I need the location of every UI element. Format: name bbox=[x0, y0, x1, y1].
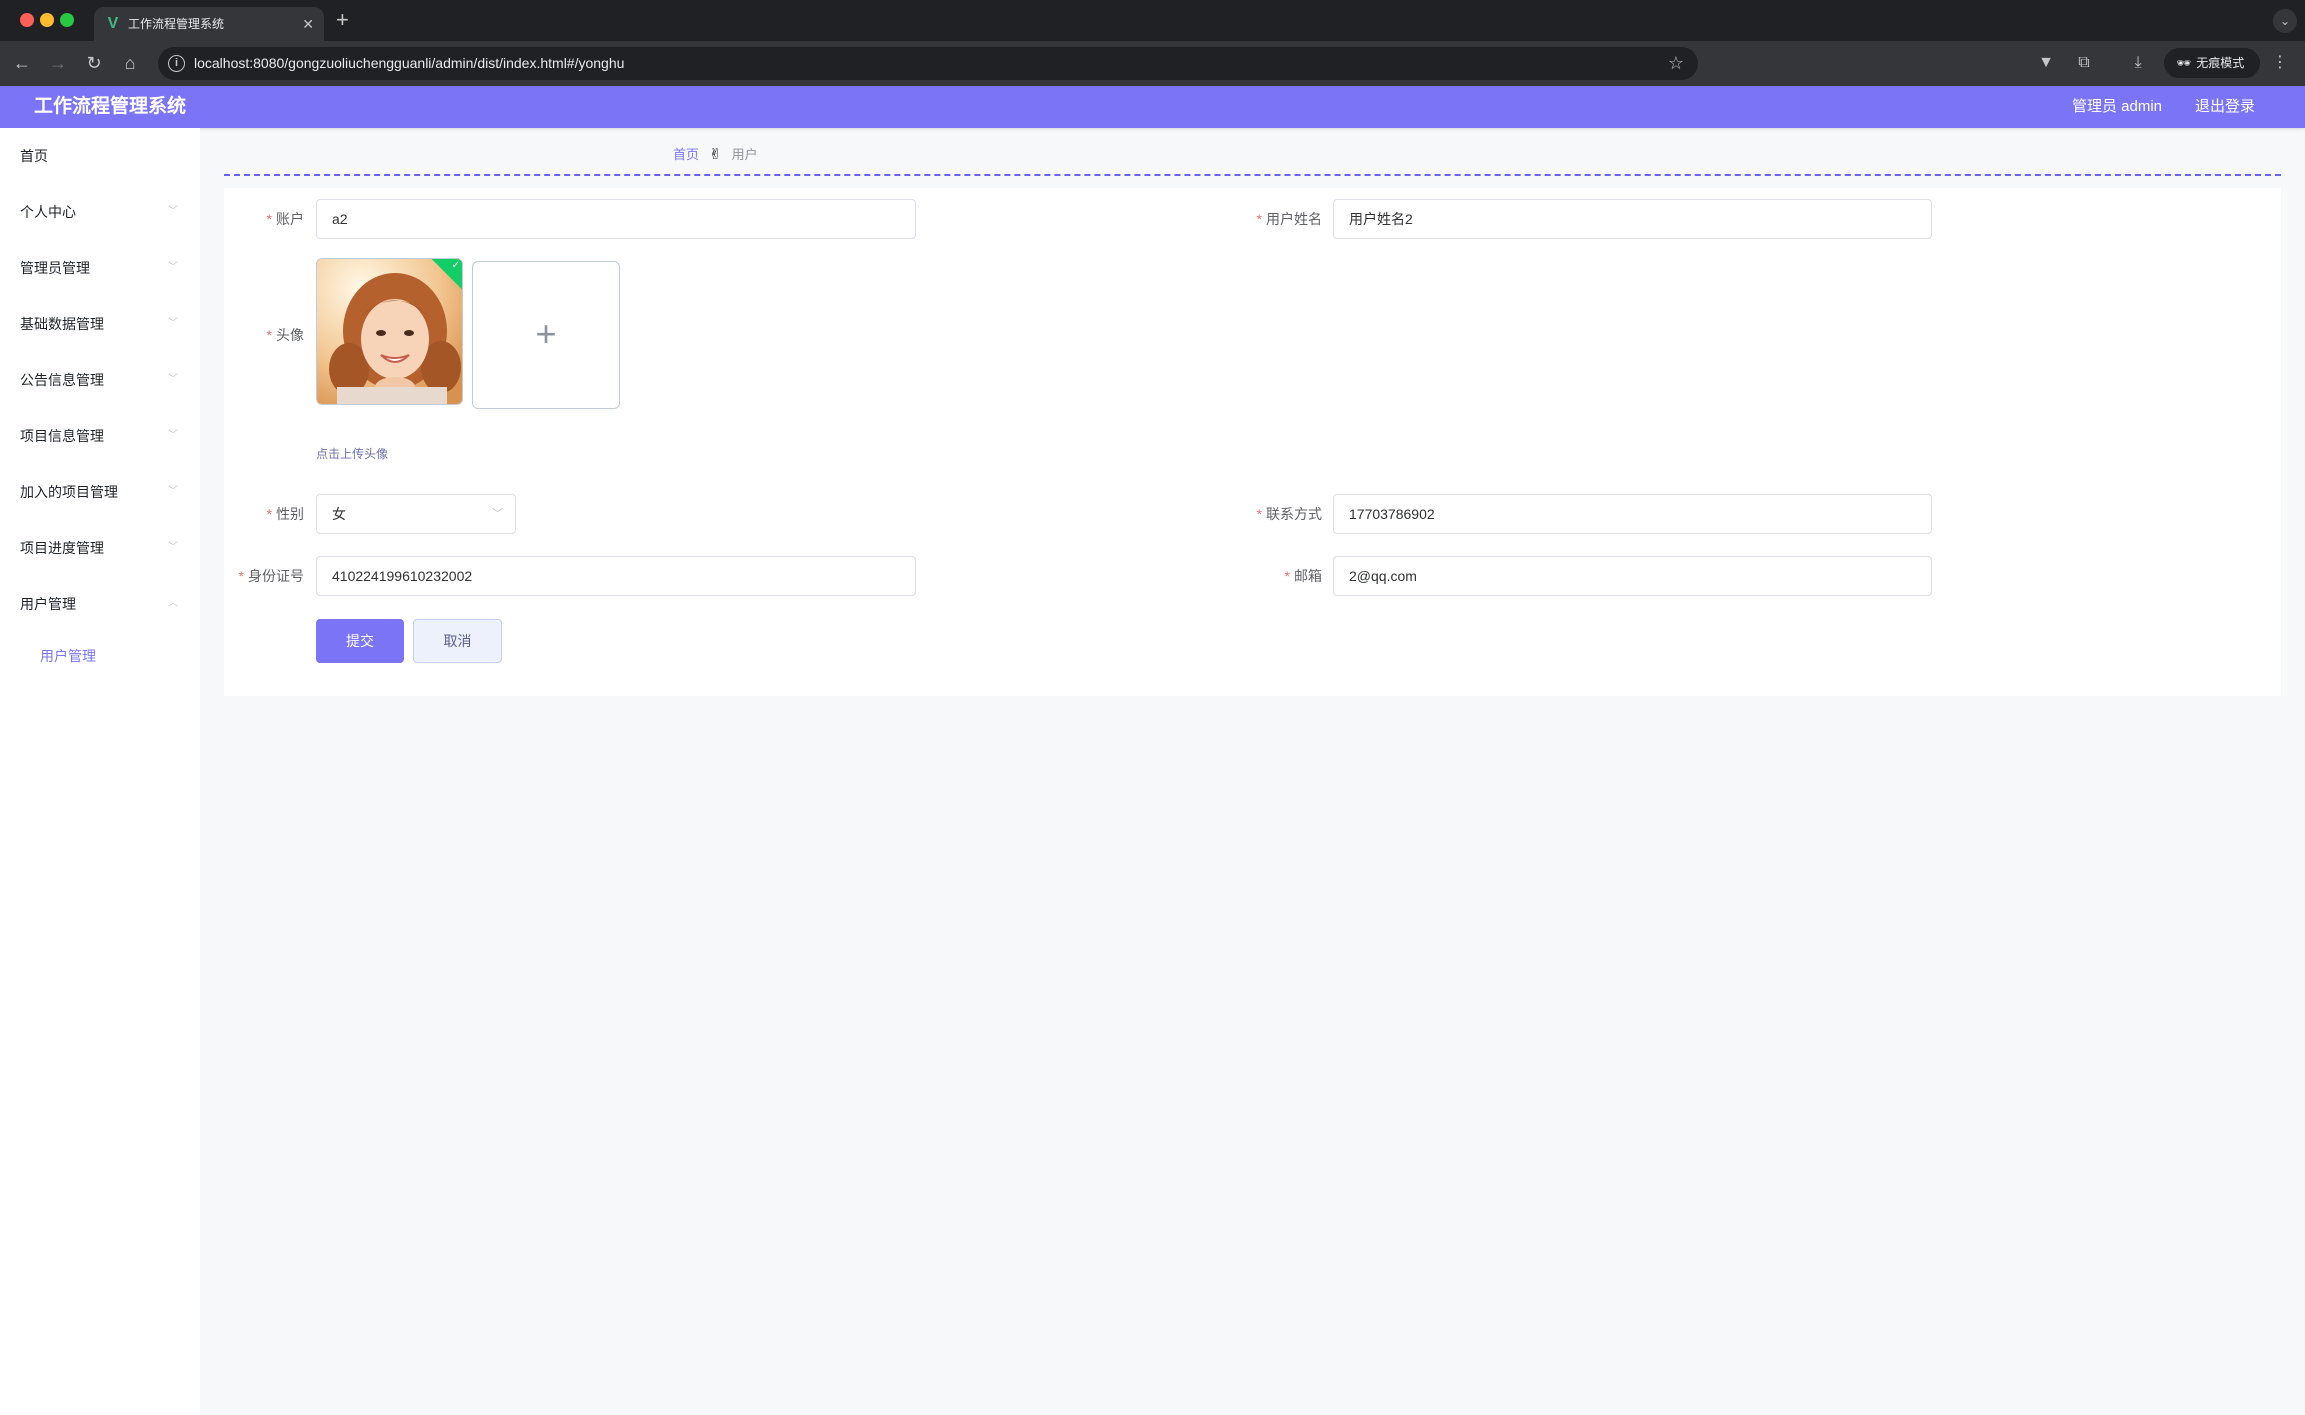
gender-select[interactable]: 女 ﹀ bbox=[316, 494, 516, 534]
chevron-down-icon: ﹀ bbox=[492, 508, 503, 520]
idcard-input[interactable]: 410224199610232002 bbox=[316, 556, 916, 596]
window-zoom-button[interactable] bbox=[60, 13, 74, 27]
sidebar-item-label: 项目进度管理 bbox=[20, 540, 104, 556]
avatar-preview[interactable]: ✓ bbox=[316, 258, 463, 405]
chevron-down-icon: ﹀ bbox=[168, 374, 178, 385]
sidebar-item-label: 首页 bbox=[20, 148, 48, 164]
logout-link[interactable]: 退出登录 bbox=[2195, 86, 2255, 128]
browser-tab[interactable]: V 工作流程管理系统 ✕ bbox=[94, 7, 324, 41]
chevron-down-icon: ﹀ bbox=[168, 206, 178, 217]
incognito-label: 无痕模式 bbox=[2196, 56, 2245, 70]
sidebar-item-label: 基础数据管理 bbox=[20, 316, 104, 332]
window-close-button[interactable] bbox=[20, 13, 34, 27]
submenu-item-label: 用户管理 bbox=[40, 648, 96, 664]
tab-close-icon[interactable]: ✕ bbox=[302, 15, 314, 33]
sidebar-item-project-progress[interactable]: 项目进度管理 ﹀ bbox=[0, 520, 200, 576]
username-input[interactable]: 用户姓名2 bbox=[1333, 199, 1932, 239]
avatar-upload-button[interactable]: + bbox=[472, 261, 620, 409]
incognito-icon: 🕶 bbox=[2176, 56, 2192, 70]
address-bar[interactable]: i localhost:8080/gongzuoliuchengguanli/a… bbox=[158, 47, 1698, 80]
account-input[interactable]: a2 bbox=[316, 199, 916, 239]
browser-tab-bar: V 工作流程管理系统 ✕ + ⌄ bbox=[0, 0, 2305, 41]
url-text[interactable]: localhost:8080/gongzuoliuchengguanli/adm… bbox=[194, 55, 624, 72]
forward-icon[interactable]: → bbox=[46, 51, 70, 75]
app-title: 工作流程管理系统 bbox=[34, 96, 187, 117]
sidebar-item-projects[interactable]: 项目信息管理 ﹀ bbox=[0, 408, 200, 464]
submenu-item-user-management[interactable]: 用户管理 bbox=[0, 628, 200, 684]
app-header: 工作流程管理系统 管理员 admin 退出登录 bbox=[0, 86, 2305, 128]
sidebar-item-user-management[interactable]: 用户管理 ︿ bbox=[0, 576, 200, 632]
sidebar-item-label: 管理员管理 bbox=[20, 260, 90, 276]
breadcrumb: 首页 ✌ 用户 bbox=[673, 145, 758, 165]
sidebar: 首页 个人中心 ﹀ 管理员管理 ﹀ 基础数据管理 ﹀ 公告信息管理 ﹀ 项目信息… bbox=[0, 128, 200, 1415]
current-user: 管理员 admin bbox=[2072, 98, 2163, 115]
email-label: * 邮箱 bbox=[1284, 568, 1322, 584]
sidebar-item-label: 项目信息管理 bbox=[20, 428, 104, 444]
sidebar-item-label: 公告信息管理 bbox=[20, 372, 104, 388]
tab-search-icon[interactable]: ⌄ bbox=[2273, 9, 2297, 33]
cancel-button[interactable]: 取消 bbox=[413, 619, 502, 663]
gender-select-value: 女 bbox=[332, 506, 346, 522]
sidebar-item-label: 用户管理 bbox=[20, 596, 76, 612]
incognito-badge[interactable]: 🕶 无痕模式 bbox=[2164, 48, 2260, 78]
chevron-down-icon: ﹀ bbox=[168, 262, 178, 273]
home-icon[interactable]: ⌂ bbox=[118, 51, 142, 75]
avatar-label: * 头像 bbox=[266, 327, 304, 343]
phone-label: * 联系方式 bbox=[1256, 506, 1322, 522]
extensions-puzzle-icon[interactable]: ⧉ bbox=[2072, 51, 2096, 75]
sidebar-item-label: 加入的项目管理 bbox=[20, 484, 118, 500]
chevron-down-icon: ﹀ bbox=[168, 318, 178, 329]
username-label: * 用户姓名 bbox=[1256, 211, 1322, 227]
chevron-down-icon: ﹀ bbox=[168, 430, 178, 441]
phone-input[interactable]: 17703786902 bbox=[1333, 494, 1932, 534]
sidebar-item-home[interactable]: 首页 bbox=[0, 128, 200, 184]
tab-title: 工作流程管理系统 bbox=[128, 17, 225, 31]
chevron-up-icon: ︿ bbox=[168, 598, 178, 609]
menu-kebab-icon[interactable]: ⋮ bbox=[2272, 51, 2288, 75]
sidebar-item-joined-projects[interactable]: 加入的项目管理 ﹀ bbox=[0, 464, 200, 520]
reload-icon[interactable]: ↻ bbox=[82, 51, 106, 75]
breadcrumb-home[interactable]: 首页 bbox=[673, 147, 699, 162]
vue-favicon-icon: V bbox=[107, 15, 119, 32]
chevron-down-icon: ﹀ bbox=[168, 486, 178, 497]
sidebar-item-basic-data[interactable]: 基础数据管理 ﹀ bbox=[0, 296, 200, 352]
check-icon: ✓ bbox=[451, 260, 460, 271]
victory-hand-icon: ✌ bbox=[709, 146, 722, 163]
window-minimize-button[interactable] bbox=[40, 13, 54, 27]
sidebar-item-admin-management[interactable]: 管理员管理 ﹀ bbox=[0, 240, 200, 296]
gender-label: * 性别 bbox=[266, 506, 304, 522]
breadcrumb-divider bbox=[224, 174, 2281, 176]
submit-button[interactable]: 提交 bbox=[316, 619, 404, 663]
idcard-label: * 身份证号 bbox=[238, 568, 304, 584]
sidebar-item-personal-center[interactable]: 个人中心 ﹀ bbox=[0, 184, 200, 240]
bookmark-star-icon[interactable]: ☆ bbox=[1668, 52, 1684, 74]
extension-v-icon[interactable]: ▼ bbox=[2034, 51, 2058, 75]
browser-toolbar: ← → ↻ ⌂ i localhost:8080/gongzuoliucheng… bbox=[0, 41, 2305, 86]
sidebar-item-announcements[interactable]: 公告信息管理 ﹀ bbox=[0, 352, 200, 408]
download-icon[interactable]: ⤓ bbox=[2126, 51, 2150, 75]
breadcrumb-current: 用户 bbox=[731, 147, 758, 162]
avatar-image bbox=[317, 259, 462, 404]
chevron-down-icon: ﹀ bbox=[168, 542, 178, 553]
avatar-upload-tip: 点击上传头像 bbox=[316, 447, 389, 461]
sidebar-item-label: 个人中心 bbox=[20, 204, 76, 220]
account-label: * 账户 bbox=[266, 211, 304, 227]
site-info-icon[interactable]: i bbox=[168, 55, 185, 72]
email-input[interactable]: 2@qq.com bbox=[1333, 556, 1932, 596]
back-icon[interactable]: ← bbox=[10, 51, 34, 75]
new-tab-button[interactable]: + bbox=[336, 8, 349, 32]
